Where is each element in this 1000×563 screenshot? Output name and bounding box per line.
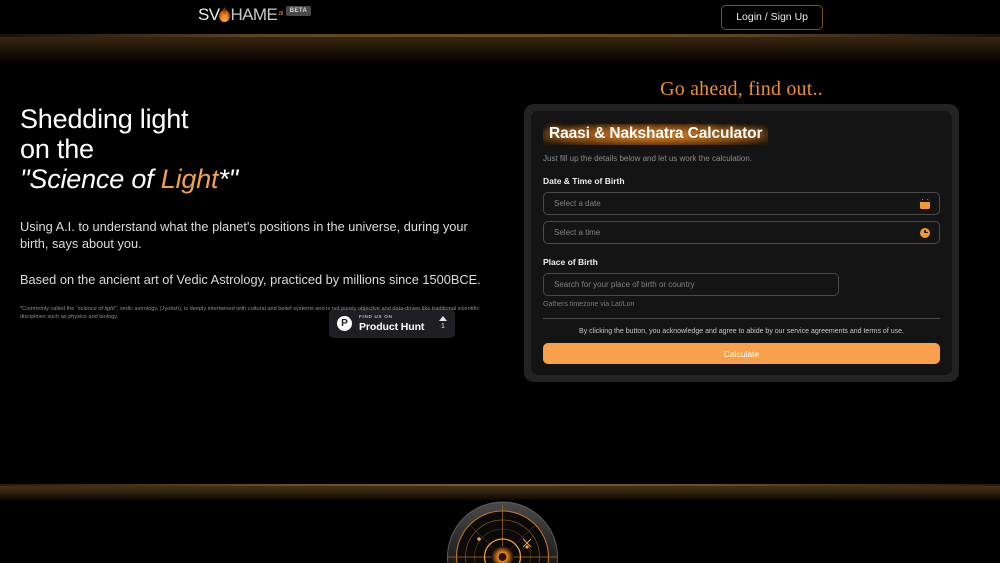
place-input[interactable]: Search for your place of birth or countr…: [543, 273, 839, 296]
hero-headline: Shedding light on the "Science of Light*…: [20, 104, 500, 194]
place-input-placeholder: Search for your place of birth or countr…: [554, 280, 695, 289]
upvote-count: 1: [441, 323, 445, 330]
headline-line-1: Shedding light: [20, 104, 189, 134]
hero-footnote: *Commonly called the “science of light”,…: [20, 305, 496, 321]
calculator-card: Raasi & Nakshatra Calculator Just fill u…: [524, 104, 959, 382]
calculator-heading: Go ahead, find out..: [660, 78, 823, 100]
logo-wordmark: SV HAME .ai: [198, 5, 283, 24]
logo-text-suffix: .ai: [277, 10, 283, 17]
login-signup-button[interactable]: Login / Sign Up: [721, 5, 823, 30]
site-logo[interactable]: SV HAME .ai BETA: [198, 5, 312, 24]
page-root: SV HAME .ai BETA Login / Sign Up Sheddin…: [0, 0, 1000, 563]
card-divider: [543, 318, 940, 319]
place-label: Place of Birth: [543, 257, 598, 267]
footnote-part-a: *Commonly called the “: [20, 306, 78, 312]
headline-quote-close: *": [218, 164, 239, 194]
headline-highlight: Light: [160, 164, 219, 194]
time-input[interactable]: Select a time: [543, 221, 940, 244]
datetime-label: Date & Time of Birth: [543, 176, 625, 186]
time-input-placeholder: Select a time: [554, 228, 601, 237]
terms-disclaimer: By clicking the button, you acknowledge …: [579, 328, 904, 335]
clock-icon[interactable]: [920, 227, 930, 238]
bottom-glow-band: [0, 484, 1000, 500]
calculator-card-inner: Raasi & Nakshatra Calculator Just fill u…: [531, 111, 952, 375]
headline-line-2: on the: [20, 134, 94, 164]
date-input[interactable]: Select a date: [543, 192, 940, 215]
calculator-title: Raasi & Nakshatra Calculator: [543, 124, 769, 145]
product-hunt-name: Product Hunt: [359, 320, 425, 333]
site-header: SV HAME .ai BETA Login / Sign Up: [0, 0, 1000, 34]
astrology-dial-icon: [445, 495, 560, 563]
calendar-icon[interactable]: [920, 198, 930, 209]
hero-section: Shedding light on the "Science of Light*…: [20, 104, 500, 321]
beta-badge: BETA: [285, 6, 312, 16]
headline-line-3: Science of: [29, 164, 161, 194]
headline-quote-open: ": [20, 164, 30, 194]
calculator-subtitle: Just fill up the details below and let u…: [543, 154, 753, 163]
calculate-button[interactable]: Calculate: [543, 343, 940, 364]
logo-text-part1: SV: [198, 4, 220, 24]
hero-paragraph-2: Based on the ancient art of Vedic Astrol…: [20, 272, 481, 287]
footnote-italic: science of light: [77, 306, 115, 312]
flame-icon: [219, 7, 231, 22]
date-input-placeholder: Select a date: [554, 199, 601, 208]
hero-paragraph-1: Using A.I. to understand what the planet…: [20, 219, 468, 251]
logo-text-part2: HAME: [230, 4, 278, 24]
place-helper-text: Gathers timezone via Lat/Lon: [543, 301, 635, 308]
top-glow-band: [0, 34, 1000, 64]
